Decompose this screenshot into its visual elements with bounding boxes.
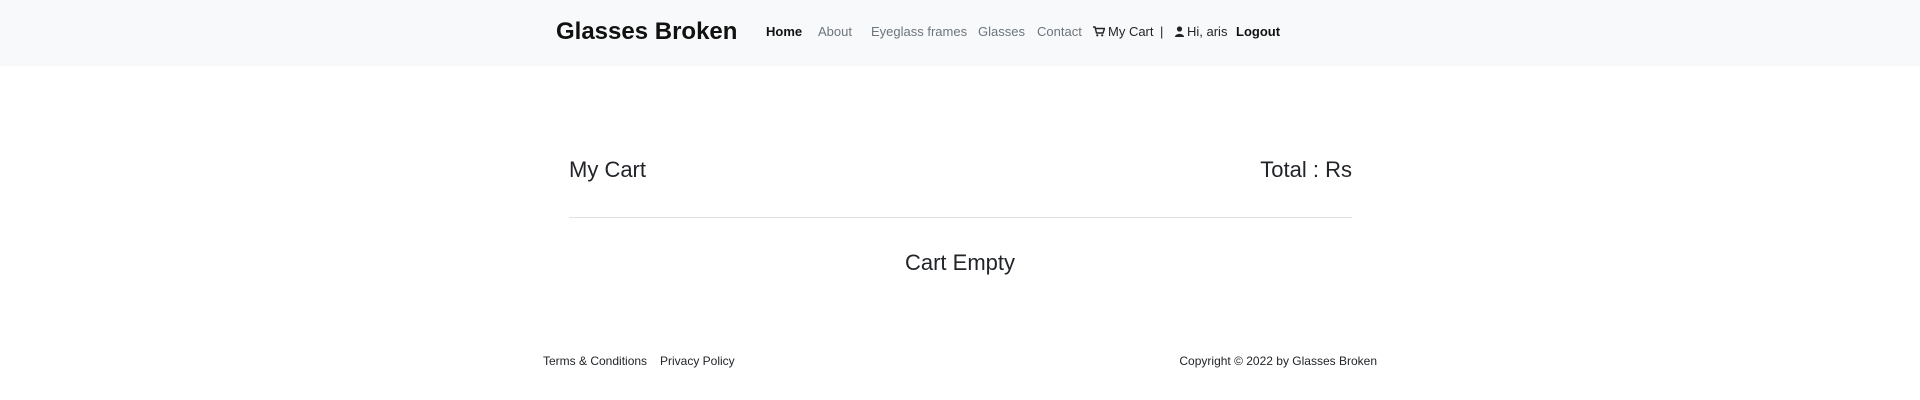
footer-privacy-link[interactable]: Privacy Policy (660, 354, 735, 368)
nav-home[interactable]: Home (766, 24, 802, 39)
nav-eyeglass-frames[interactable]: Eyeglass frames (871, 24, 967, 39)
navbar: Glasses Broken Home About Eyeglass frame… (0, 0, 1920, 66)
logout-link[interactable]: Logout (1236, 24, 1280, 39)
shopping-cart-icon (1093, 25, 1106, 40)
nav-about[interactable]: About (818, 24, 852, 39)
footer-copyright: Copyright © 2022 by Glasses Broken (1179, 354, 1377, 368)
nav-contact[interactable]: Contact (1037, 24, 1082, 39)
nav-glasses[interactable]: Glasses (978, 24, 1025, 39)
cart-empty-message: Cart Empty (904, 250, 1016, 275)
user-icon (1175, 25, 1184, 40)
nav-my-cart[interactable]: My Cart (1093, 24, 1154, 40)
nav-user-greeting[interactable]: Hi, aris (1175, 24, 1227, 40)
nav-my-cart-label: My Cart (1108, 24, 1154, 39)
nav-user-greeting-label: Hi, aris (1187, 24, 1228, 39)
footer-terms-link[interactable]: Terms & Conditions (543, 354, 647, 368)
cart-title: My Cart (569, 157, 646, 182)
brand-logo[interactable]: Glasses Broken (556, 18, 737, 46)
cart-divider (569, 217, 1352, 218)
nav-separator: | (1160, 24, 1164, 39)
cart-total: Total : Rs (1260, 157, 1352, 182)
